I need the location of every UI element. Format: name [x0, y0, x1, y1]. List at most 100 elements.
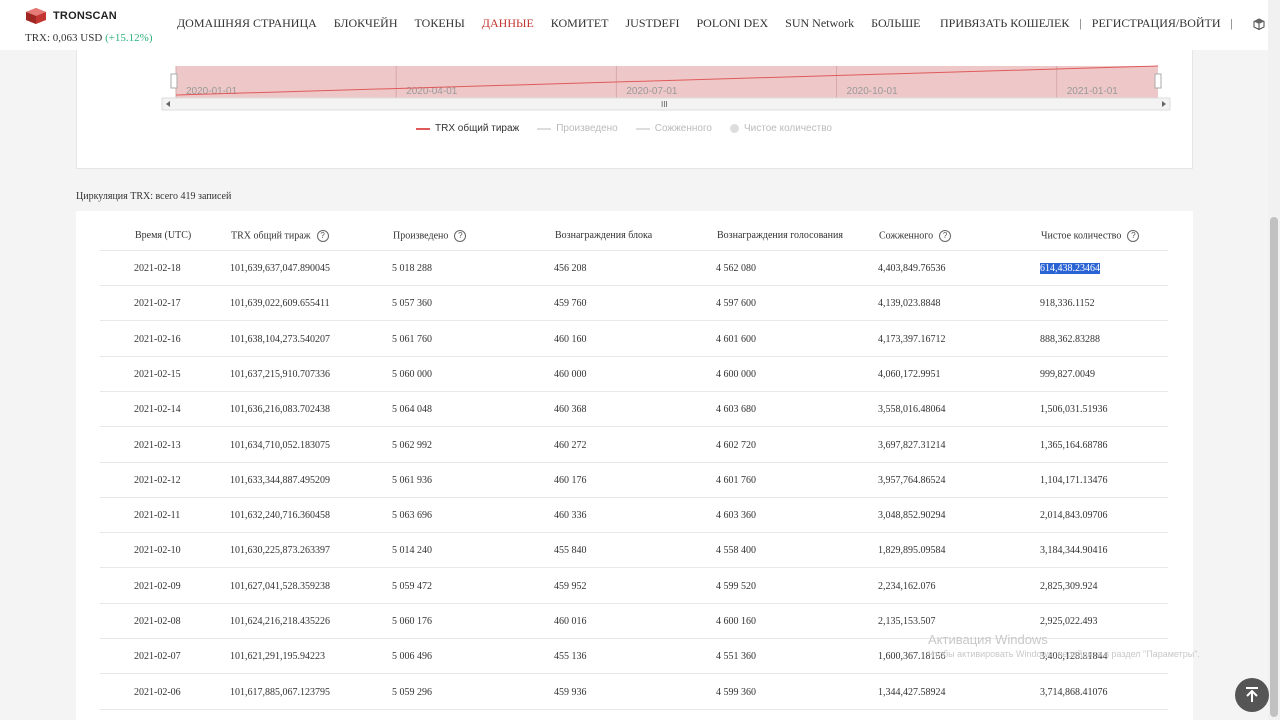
cell-time: 2021-02-07 — [134, 651, 181, 662]
cell-total-supply: 101,639,022,609.655411 — [230, 298, 330, 309]
column-header-label: Чистое количество — [1041, 230, 1122, 242]
zoom-grip-icon[interactable]: III — [661, 100, 668, 109]
cell-value: 456 208 — [554, 263, 587, 274]
column-header-time: Время (UTC) — [135, 230, 191, 241]
legend-item-burned[interactable]: Сожженного — [635, 123, 712, 134]
cell-total-supply: 101,636,216,083.702438 — [230, 404, 330, 415]
cell-value: 1,365,164.68786 — [1040, 439, 1108, 451]
cell-value: 101,632,240,716.360458 — [230, 510, 330, 522]
cell-value: 455 840 — [554, 545, 587, 557]
cell-value: 4 558 400 — [716, 545, 756, 557]
cell-burned: 4,173,397.16712 — [878, 334, 946, 345]
help-icon[interactable]: ? — [316, 230, 329, 242]
cell-burned: 3,957,764.86524 — [878, 475, 946, 486]
cell-total-supply: 101,638,104,273.540207 — [230, 334, 330, 345]
cell-vote-rewards: 4 601 760 — [716, 475, 756, 486]
table-row: 2021-02-11 101,632,240,716.360458 5 063 69… — [100, 498, 1168, 534]
cell-value: 2,135,153.507 — [878, 616, 936, 627]
cell-block-rewards: 456 208 — [554, 263, 587, 274]
cell-produced: 5 061 760 — [392, 334, 432, 345]
page-scrollbar[interactable] — [1268, 0, 1280, 720]
cell-value: 4 602 720 — [716, 439, 756, 451]
legend-item-produced[interactable]: Произведено — [537, 123, 618, 134]
column-header-label: Произведено — [393, 230, 449, 242]
cell-burned: 1,829,895.09584 — [878, 545, 946, 556]
cell-block-rewards: 460 368 — [554, 404, 587, 415]
cell-value: 460 000 — [554, 368, 587, 380]
cell-burned: 3,048,852.90294 — [878, 510, 946, 521]
cell-vote-rewards: 4 597 600 — [716, 298, 756, 309]
cell-value: 4 597 600 — [716, 298, 756, 310]
cell-value: 3,558,016.48064 — [878, 404, 946, 416]
help-icon[interactable]: ? — [454, 230, 467, 242]
cell-value: 2,234,162.076 — [878, 580, 936, 592]
cell-value: 3,697,827.31214 — [878, 439, 946, 451]
cell-value: 459 952 — [554, 580, 587, 592]
cell-value: 4 600 160 — [716, 616, 756, 627]
cell-value: 101,630,225,873.263397 — [230, 545, 330, 557]
cell-net-amount: 614,438.23464 — [1040, 263, 1100, 274]
back-to-top-button[interactable] — [1235, 678, 1269, 712]
cell-net-amount: 1,104,171.13476 — [1040, 475, 1108, 486]
cell-produced: 5 064 048 — [392, 404, 432, 415]
cell-value: 2021-02-09 — [134, 580, 181, 592]
legend-item-total[interactable]: TRX общий тираж — [416, 123, 519, 134]
chart-x-tick-label: 2021-01-01 — [1067, 86, 1119, 97]
cell-value: 101,636,216,083.702438 — [230, 404, 330, 416]
cell-time: 2021-02-15 — [134, 369, 181, 380]
table-row: 2021-02-12 101,633,344,887.495209 5 061 93… — [100, 463, 1168, 498]
cell-value: 5 060 176 — [392, 616, 432, 627]
column-header-label: Вознаграждения блока — [555, 230, 653, 241]
cell-total-supply: 101,617,885,067.123795 — [230, 687, 330, 698]
cell-block-rewards: 460 336 — [554, 510, 587, 521]
legend-label: TRX общий тираж — [435, 123, 520, 134]
table-row: 2021-02-10 101,630,225,873.263397 5 014 24… — [100, 533, 1168, 569]
table-row: 2021-02-13 101,634,710,052.183075 5 062 99… — [100, 428, 1168, 463]
cell-value: 459 760 — [554, 298, 587, 310]
windows-activation-text: Чтобы активировать Windows, перейдите в … — [928, 649, 1200, 659]
column-header-label: Вознаграждения голосования — [717, 230, 843, 241]
cell-block-rewards: 455 136 — [554, 651, 587, 662]
legend-item-net[interactable]: Чистое количество — [729, 123, 832, 134]
cell-value: 460 336 — [554, 510, 587, 522]
zoom-handle-right[interactable] — [1154, 73, 1162, 89]
cell-value: 2,925,022.493 — [1040, 616, 1098, 627]
cell-block-rewards: 459 760 — [554, 298, 587, 309]
zoom-handle-left[interactable] — [170, 73, 178, 89]
cell-net-amount: 999,827.0049 — [1040, 369, 1095, 380]
cell-value: 1,829,895.09584 — [878, 545, 946, 557]
cell-value: 4,139,023.8848 — [878, 298, 941, 310]
column-header-label: TRX общий тираж — [231, 230, 311, 242]
cell-value: 460 160 — [554, 333, 587, 345]
cell-total-supply: 101,630,225,873.263397 — [230, 545, 330, 556]
cell-value: 3,957,764.86524 — [878, 474, 946, 486]
legend-line-icon — [537, 127, 552, 130]
cell-value: 2021-02-07 — [134, 651, 181, 663]
help-icon[interactable]: ? — [939, 230, 952, 242]
cell-produced: 5 014 240 — [392, 545, 432, 556]
cell-value: 101,637,215,910.707336 — [230, 368, 330, 380]
cell-vote-rewards: 4 551 360 — [716, 651, 756, 662]
cell-value: 101,633,344,887.495209 — [230, 474, 330, 486]
cell-time: 2021-02-18 — [134, 263, 181, 274]
help-icon[interactable]: ? — [1127, 230, 1140, 242]
cell-value: 5 018 288 — [392, 263, 432, 274]
cell-produced: 5 059 472 — [392, 581, 432, 592]
cell-value: 4 601 760 — [716, 474, 756, 486]
cell-burned: 3,558,016.48064 — [878, 404, 946, 415]
scrollbar-thumb[interactable] — [1270, 217, 1278, 717]
cell-value: 4 600 000 — [716, 368, 756, 380]
cell-value: 5 014 240 — [392, 545, 432, 557]
chart-x-tick-label: 2020-07-01 — [626, 86, 678, 97]
cell-time: 2021-02-11 — [134, 510, 180, 521]
cell-time: 2021-02-09 — [134, 581, 181, 592]
cell-vote-rewards: 4 601 600 — [716, 334, 756, 345]
table-row: 2021-02-14 101,636,216,083.702438 5 064 04… — [100, 392, 1168, 428]
cell-value: 5 059 296 — [392, 686, 432, 698]
cell-time: 2021-02-14 — [134, 404, 181, 415]
cell-value: 101,638,104,273.540207 — [230, 333, 330, 345]
cell-value: 2021-02-08 — [134, 616, 181, 627]
cell-vote-rewards: 4 599 360 — [716, 687, 756, 698]
table-row: 2021-02-09 101,627,041,528.359238 5 059 47… — [100, 569, 1168, 604]
cell-total-supply: 101,639,637,047.890045 — [230, 263, 330, 274]
